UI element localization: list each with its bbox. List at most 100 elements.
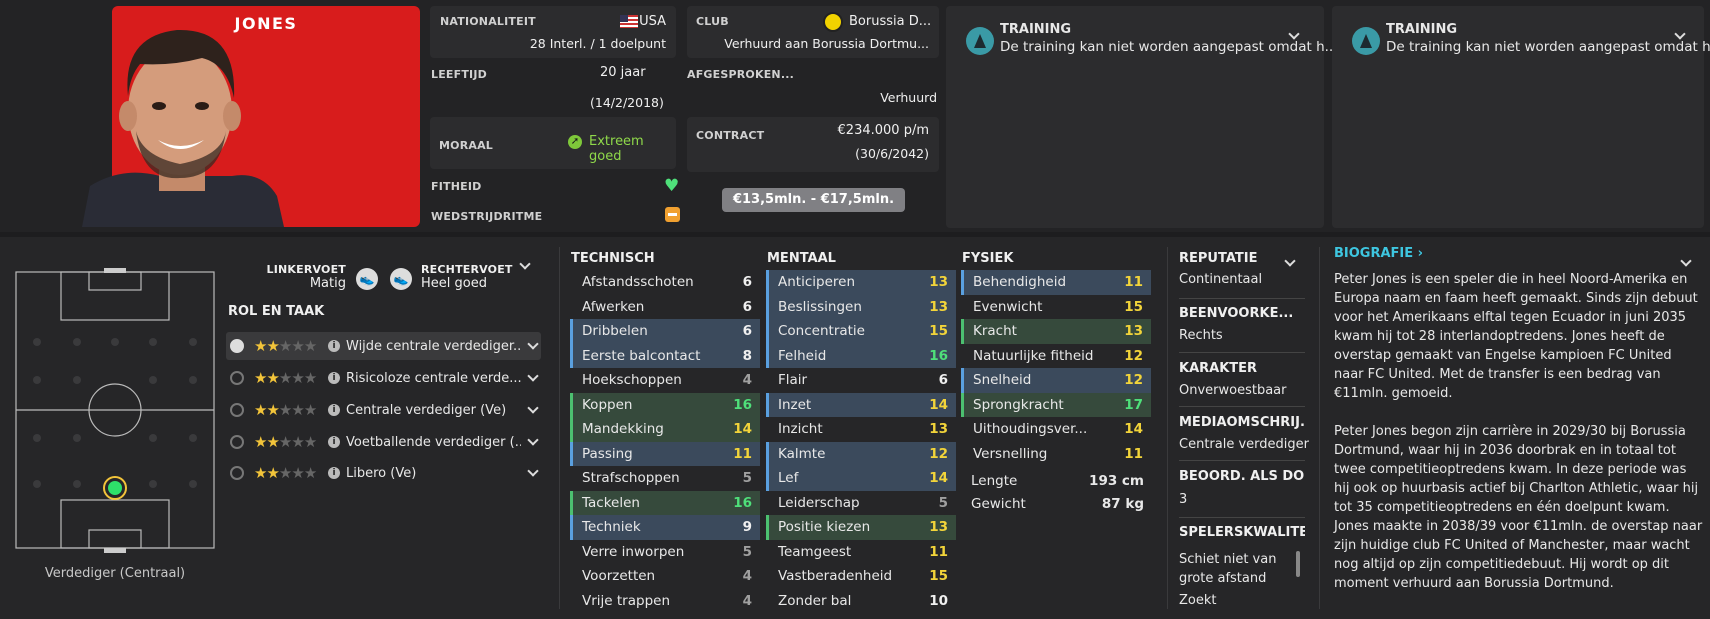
attribute-row[interactable]: Techniek 9 xyxy=(570,515,760,540)
preferred-foot-label: BEENVOORKE... xyxy=(1179,306,1294,321)
attribute-row[interactable]: Vrije trappen 4 xyxy=(570,589,760,614)
reputation-value: Continentaal xyxy=(1179,272,1263,287)
attribute-row[interactable]: Evenwicht 15 xyxy=(961,295,1151,320)
role-radio[interactable] xyxy=(230,466,244,480)
attribute-row[interactable]: Tackelen 16 xyxy=(570,490,760,515)
attribute-row[interactable]: Anticiperen 13 xyxy=(766,270,956,295)
training-card-1[interactable]: TRAINING De training kan niet worden aan… xyxy=(946,6,1338,228)
info-icon[interactable]: i xyxy=(328,340,340,352)
attribute-row[interactable]: Felheid 16 xyxy=(766,343,956,368)
fitness-heart-icon: ♥ xyxy=(664,176,680,196)
role-stars: ★★★★★ xyxy=(254,433,317,451)
agreed-label: AFGESPROKEN... xyxy=(687,68,794,81)
attribute-value: 14 xyxy=(929,396,948,413)
attribute-row[interactable]: Koppen 16 xyxy=(570,392,760,417)
attribute-name: Dribbelen xyxy=(582,323,648,340)
attribute-row[interactable]: Eerste balcontact 8 xyxy=(570,343,760,368)
role-item[interactable]: ★★★★★ i Risicoloze centrale verde... xyxy=(226,364,541,392)
contract-tile[interactable]: CONTRACT €234.000 p/m (30/6/2042) xyxy=(687,117,939,172)
club-value[interactable]: Borussia D... xyxy=(849,14,931,29)
attribute-row[interactable]: Versnelling 11 xyxy=(961,442,1151,467)
attribute-row[interactable]: Kracht 13 xyxy=(961,319,1151,344)
flag-usa-icon xyxy=(620,15,638,28)
attribute-row[interactable]: Passing 11 xyxy=(570,441,760,466)
club-loan-value[interactable]: Verhuurd aan Borussia Dortmu... xyxy=(724,36,929,51)
attribute-value: 4 xyxy=(742,592,752,609)
player-qualities-value: Schiet niet van xyxy=(1179,552,1277,567)
chevron-down-icon[interactable] xyxy=(527,434,539,446)
divider xyxy=(1179,406,1305,407)
attribute-row[interactable]: Inzet 14 xyxy=(766,392,956,417)
attribute-name: Inzet xyxy=(778,396,812,413)
role-radio[interactable] xyxy=(230,403,244,417)
attribute-row[interactable]: Hoekschoppen 4 xyxy=(570,368,760,393)
role-item[interactable]: ★★★★★ i Libero (Ve) xyxy=(226,459,541,487)
nationality-value: USA xyxy=(639,14,666,29)
attribute-name: Evenwicht xyxy=(973,298,1043,315)
role-item[interactable]: ★★★★★ i Centrale verdediger (Ve) xyxy=(226,396,541,424)
attribute-name: Strafschoppen xyxy=(582,470,680,487)
chevron-down-icon[interactable] xyxy=(527,465,539,477)
nationality-tile[interactable]: NATIONALITEIT USA 28 Interl. / 1 doelpun… xyxy=(430,6,676,58)
attribute-name: Koppen xyxy=(582,396,633,413)
attribute-row[interactable]: Lef 14 xyxy=(766,466,956,491)
attribute-value: 8 xyxy=(742,347,752,364)
weight-value: 87 kg xyxy=(1101,496,1144,512)
role-item[interactable]: ★★★★★ i Voetballende verdediger (... xyxy=(226,428,541,456)
attribute-row[interactable]: Kalmte 12 xyxy=(766,441,956,466)
attribute-value: 4 xyxy=(742,372,752,389)
chevron-down-icon[interactable] xyxy=(527,370,539,382)
attribute-row[interactable]: Inzicht 13 xyxy=(766,417,956,442)
attribute-row[interactable]: Leiderschap 5 xyxy=(766,491,956,516)
biography-title[interactable]: BIOGRAFIE › xyxy=(1334,246,1423,261)
club-tile[interactable]: CLUB Borussia D... Verhuurd aan Borussia… xyxy=(687,6,939,58)
attribute-row[interactable]: Vastberadenheid 15 xyxy=(766,564,956,589)
height-label: Lengte xyxy=(971,473,1018,489)
attribute-row[interactable]: Afstandsschoten 6 xyxy=(570,270,760,295)
info-icon[interactable]: i xyxy=(328,404,340,416)
role-item[interactable]: ★★★★★ i Wijde centrale verdediger... xyxy=(226,332,541,360)
training-card-2[interactable]: TRAINING De training kan niet worden aan… xyxy=(1332,6,1710,228)
attribute-row[interactable]: Dribbelen 6 xyxy=(570,319,760,344)
attribute-row[interactable]: Sprongkracht 17 xyxy=(961,392,1151,417)
attribute-row[interactable]: Verre inworpen 5 xyxy=(570,540,760,565)
chevron-down-icon[interactable] xyxy=(527,402,539,414)
attribute-value: 13 xyxy=(929,298,948,315)
attribute-row[interactable]: Behendigheid 11 xyxy=(961,270,1151,295)
info-icon[interactable]: i xyxy=(328,436,340,448)
attribute-row[interactable]: Voorzetten 4 xyxy=(570,564,760,589)
attribute-row[interactable]: Snelheid 12 xyxy=(961,368,1151,393)
position-pitch[interactable] xyxy=(12,268,218,553)
attribute-value: 11 xyxy=(1124,445,1143,462)
mental-title: MENTAAL xyxy=(767,251,836,266)
chevron-down-icon[interactable] xyxy=(1674,28,1686,40)
chevron-down-icon[interactable] xyxy=(1288,28,1300,40)
attribute-row[interactable]: Beslissingen 13 xyxy=(766,294,956,319)
value-range-tag[interactable]: €13,5mln. - €17,5mln. xyxy=(722,188,905,212)
chevron-down-icon[interactable] xyxy=(527,338,539,350)
height-value: 193 cm xyxy=(1089,473,1144,489)
attribute-row[interactable]: Strafschoppen 5 xyxy=(570,466,760,491)
morale-tile[interactable]: MORAAL ➚ Extreem goed xyxy=(430,117,676,169)
attribute-row[interactable]: Afwerken 6 xyxy=(570,295,760,320)
attribute-row[interactable]: Natuurlijke fitheid 12 xyxy=(961,344,1151,369)
attribute-row[interactable]: Teamgeest 11 xyxy=(766,540,956,565)
attribute-row[interactable]: Mandekking 14 xyxy=(570,417,760,442)
role-radio[interactable] xyxy=(230,435,244,449)
right-boot-icon: 👟 xyxy=(390,268,412,290)
attribute-row[interactable]: Positie kiezen 13 xyxy=(766,515,956,540)
attribute-row[interactable]: Concentratie 15 xyxy=(766,319,956,344)
attribute-row[interactable]: Uithoudingsver... 14 xyxy=(961,417,1151,442)
attribute-row[interactable]: Flair 6 xyxy=(766,368,956,393)
attribute-name: Leiderschap xyxy=(778,494,860,511)
role-radio[interactable] xyxy=(230,339,244,353)
attribute-row[interactable]: Zonder bal 10 xyxy=(766,589,956,614)
attribute-name: Techniek xyxy=(582,519,641,536)
contract-end: (30/6/2042) xyxy=(855,146,929,161)
physical-title: FYSIEK xyxy=(962,251,1014,266)
attribute-value: 11 xyxy=(733,445,752,462)
info-icon[interactable]: i xyxy=(328,372,340,384)
info-icon[interactable]: i xyxy=(328,467,340,479)
role-radio[interactable] xyxy=(230,371,244,385)
scrollbar[interactable] xyxy=(1296,551,1300,577)
